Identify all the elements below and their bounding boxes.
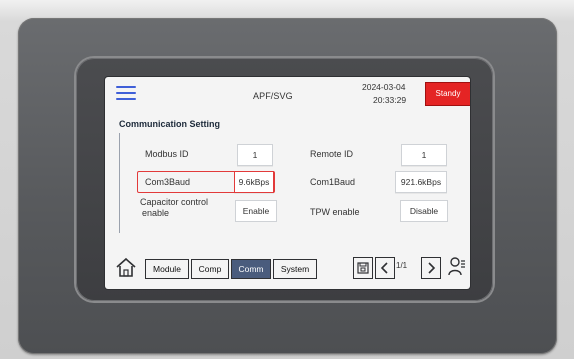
tab-comm[interactable]: Comm xyxy=(231,259,271,279)
home-icon[interactable] xyxy=(115,257,137,277)
menu-icon[interactable] xyxy=(116,82,138,102)
remote-id-label: Remote ID xyxy=(310,149,354,159)
chevron-right-icon xyxy=(428,262,436,274)
next-page-button[interactable] xyxy=(421,257,441,279)
chevron-left-icon xyxy=(380,262,388,274)
com1baud-label: Com1Baud xyxy=(310,177,356,187)
user-settings-icon[interactable] xyxy=(448,255,466,277)
tab-system[interactable]: System xyxy=(273,259,317,279)
date-display: 2024-03-04 xyxy=(362,82,406,92)
tpw-enable-label: TPW enable xyxy=(310,207,360,217)
capacitor-control-label-line1: Capacitor control xyxy=(140,197,209,207)
com3baud-label: Com3Baud xyxy=(145,177,191,187)
modbus-id-field[interactable]: 1 xyxy=(237,144,273,166)
save-icon xyxy=(357,262,369,274)
status-button[interactable]: Standy xyxy=(425,82,470,106)
tab-comp[interactable]: Comp xyxy=(191,259,229,279)
tab-module[interactable]: Module xyxy=(145,259,189,279)
section-divider xyxy=(119,133,120,233)
com3baud-field[interactable]: 9.6kBps xyxy=(234,171,274,193)
page-indicator: 1/1 xyxy=(396,261,408,270)
time-display: 20:33:29 xyxy=(373,95,407,105)
capacitor-control-label: Capacitor control enable xyxy=(140,197,208,219)
remote-id-field[interactable]: 1 xyxy=(401,144,447,166)
capacitor-control-label-line2: enable xyxy=(142,208,170,218)
com1baud-field[interactable]: 921.6kBps xyxy=(395,171,447,193)
app-title: APF/SVG xyxy=(253,91,293,101)
top-bar: APF/SVG 2024-03-04 20:33:29 Standy xyxy=(105,77,470,117)
menu-icon-line xyxy=(116,92,136,94)
modbus-id-label: Modbus ID xyxy=(145,149,189,159)
menu-icon-line xyxy=(116,98,136,100)
prev-page-button[interactable] xyxy=(375,257,395,279)
section-title: Communication Setting xyxy=(119,119,220,129)
tpw-enable-button[interactable]: Disable xyxy=(400,200,448,222)
save-button[interactable] xyxy=(353,257,373,279)
capacitor-control-enable-button[interactable]: Enable xyxy=(235,200,277,222)
menu-icon-line xyxy=(116,86,136,88)
hmi-screen: APF/SVG 2024-03-04 20:33:29 Standy Commu… xyxy=(105,77,470,289)
